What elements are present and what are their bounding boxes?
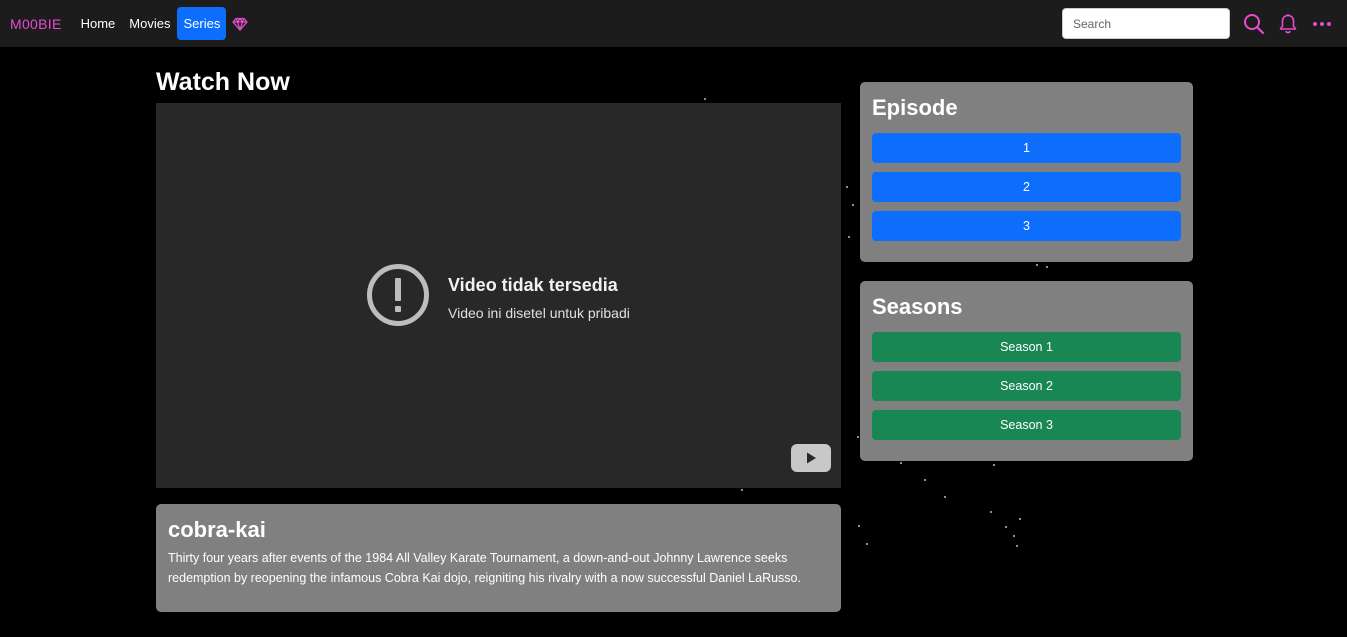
bell-icon[interactable] xyxy=(1278,13,1298,35)
show-info-card: cobra-kai Thirty four years after events… xyxy=(156,504,841,612)
show-title: cobra-kai xyxy=(168,517,266,542)
video-error-title: Video tidak tersedia xyxy=(448,274,618,295)
video-error-subtitle: Video ini disetel untuk pribadi xyxy=(448,304,630,321)
episode-button[interactable]: 3 xyxy=(872,211,1181,241)
video-player[interactable]: Video tidak tersedia Video ini disetel u… xyxy=(156,103,841,488)
season-button[interactable]: Season 2 xyxy=(872,371,1181,401)
episode-heading: Episode xyxy=(872,95,958,120)
youtube-play-button[interactable] xyxy=(791,444,831,472)
alert-icon xyxy=(366,263,430,332)
video-error-message: Video tidak tersedia Video ini disetel u… xyxy=(366,263,630,332)
episode-button[interactable]: 1 xyxy=(872,133,1181,163)
nav-link-series[interactable]: Series xyxy=(177,7,227,40)
nav-link-home[interactable]: Home xyxy=(74,8,123,39)
seasons-heading: Seasons xyxy=(872,294,963,319)
season-button[interactable]: Season 3 xyxy=(872,410,1181,440)
episode-button[interactable]: 2 xyxy=(872,172,1181,202)
brand-logo[interactable]: M00BIE xyxy=(10,16,62,32)
page-title: Watch Now xyxy=(156,68,290,96)
nav-links: Home Movies Series xyxy=(74,7,249,40)
top-navbar: M00BIE Home Movies Series xyxy=(0,0,1347,47)
search-input[interactable] xyxy=(1062,8,1230,39)
show-description: Thirty four years after events of the 19… xyxy=(168,551,801,585)
seasons-card: Seasons Season 1 Season 2 Season 3 xyxy=(860,281,1193,461)
season-button[interactable]: Season 1 xyxy=(872,332,1181,362)
search-icon[interactable] xyxy=(1243,13,1265,35)
more-options-icon[interactable] xyxy=(1311,13,1333,35)
play-icon xyxy=(807,452,816,464)
nav-link-movies[interactable]: Movies xyxy=(122,8,177,39)
gem-icon[interactable] xyxy=(232,16,248,32)
episode-card: Episode 1 2 3 xyxy=(860,82,1193,262)
nav-right-tools xyxy=(1062,8,1333,39)
